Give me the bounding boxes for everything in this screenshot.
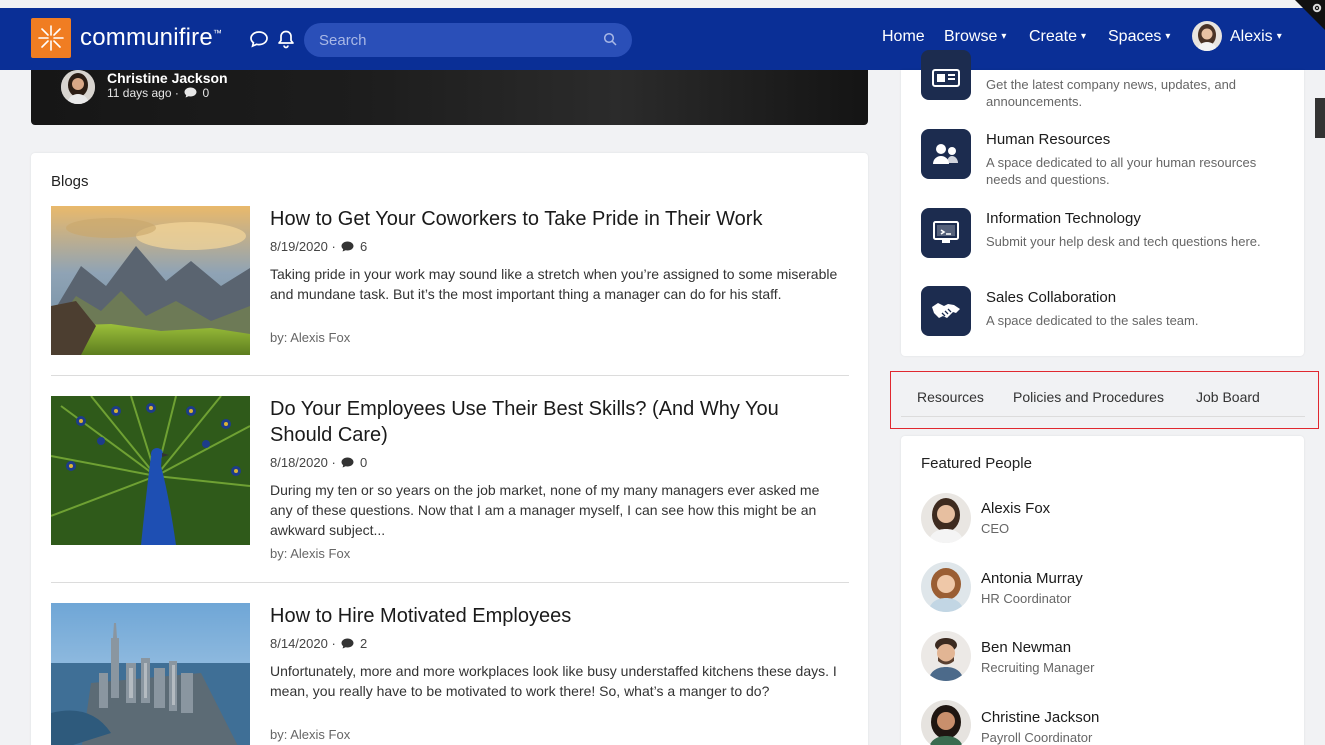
person-name[interactable]: Alexis Fox bbox=[981, 500, 1050, 517]
tab-resources[interactable]: Resources bbox=[917, 389, 984, 405]
person-role: CEO bbox=[981, 521, 1010, 536]
comment-icon bbox=[341, 457, 354, 468]
author-avatar[interactable] bbox=[61, 70, 95, 104]
blog-post: How to Hire Motivated Employees 8/14/202… bbox=[51, 603, 849, 745]
blogs-card: Blogs How to Get Your Coworkers to Take … bbox=[31, 153, 868, 745]
comment-icon bbox=[341, 241, 354, 252]
post-excerpt: During my ten or so years on the job mar… bbox=[270, 482, 820, 538]
post-comment-count: 0 bbox=[360, 455, 368, 470]
post-thumbnail-mountains[interactable] bbox=[51, 206, 250, 355]
nav-spaces-menu[interactable]: Spaces ▾ bbox=[1108, 28, 1170, 46]
person-role: Payroll Coordinator bbox=[981, 730, 1093, 745]
nav-create-label: Create bbox=[1029, 28, 1078, 45]
blog-post: How to Get Your Coworkers to Take Pride … bbox=[51, 206, 849, 356]
post-meta: 8/19/2020 · 6 bbox=[270, 239, 367, 254]
blogs-heading: Blogs bbox=[51, 173, 89, 190]
user-avatar[interactable] bbox=[1192, 21, 1222, 51]
communifire-logo-icon[interactable] bbox=[31, 18, 71, 58]
comment-icon bbox=[341, 638, 354, 649]
person-name[interactable]: Antonia Murray bbox=[981, 570, 1083, 587]
people-chat-icon[interactable] bbox=[921, 129, 971, 179]
newspaper-icon[interactable] bbox=[921, 50, 971, 100]
nav-spaces-label: Spaces bbox=[1108, 28, 1162, 45]
person-role: Recruiting Manager bbox=[981, 660, 1095, 675]
post-meta: 8/14/2020 · 2 bbox=[270, 636, 367, 651]
post-thumbnail-city[interactable] bbox=[51, 603, 250, 745]
featured-people-card: Featured People Alexis Fox CEO Antonia M… bbox=[901, 436, 1304, 745]
hero-comment-count: 0 bbox=[202, 86, 210, 100]
comment-icon bbox=[184, 87, 197, 98]
tabs-underline bbox=[901, 416, 1305, 417]
post-excerpt: Unfortunately, more and more workplaces … bbox=[270, 663, 837, 699]
person-name[interactable]: Christine Jackson bbox=[981, 709, 1099, 726]
featured-article-banner[interactable]: Christine Jackson 11 days ago · 0 bbox=[31, 70, 868, 125]
space-description: Submit your help desk and tech questions… bbox=[986, 234, 1261, 249]
nav-user-label: Alexis bbox=[1230, 28, 1273, 45]
hero-meta: 11 days ago · 0 bbox=[107, 86, 209, 100]
space-description: Get the latest company news, updates, an… bbox=[986, 77, 1237, 109]
handshake-icon[interactable] bbox=[921, 286, 971, 336]
post-title[interactable]: How to Hire Motivated Employees bbox=[270, 603, 840, 629]
chat-icon[interactable] bbox=[249, 29, 271, 51]
person-avatar[interactable] bbox=[921, 700, 971, 745]
post-title[interactable]: Do Your Employees Use Their Best Skills?… bbox=[270, 396, 840, 448]
post-divider bbox=[51, 375, 849, 376]
person-avatar[interactable] bbox=[921, 631, 971, 681]
search-icon[interactable] bbox=[603, 32, 617, 46]
resource-tabs-highlight: Resources Policies and Procedures Job Bo… bbox=[890, 371, 1319, 429]
space-description: A space dedicated to the sales team. bbox=[986, 313, 1199, 328]
post-divider bbox=[51, 582, 849, 583]
search-input[interactable] bbox=[304, 23, 632, 57]
brand-trademark: ™ bbox=[212, 28, 223, 38]
blog-post: Do Your Employees Use Their Best Skills?… bbox=[50, 395, 849, 561]
space-description: A space dedicated to all your human reso… bbox=[986, 155, 1257, 187]
post-date: 8/19/2020 · bbox=[270, 239, 336, 254]
post-thumbnail-peacock[interactable] bbox=[50, 395, 251, 545]
top-navigation-bar: communifire™ Home Browse▾ Create▾ Spaces… bbox=[0, 8, 1325, 70]
post-author[interactable]: by: Alexis Fox bbox=[270, 330, 350, 345]
space-name[interactable]: Human Resources bbox=[986, 131, 1110, 148]
post-comment-count: 6 bbox=[360, 239, 368, 254]
computer-icon[interactable] bbox=[921, 208, 971, 258]
nav-user-menu[interactable]: Alexis ▾ bbox=[1230, 28, 1282, 46]
post-author[interactable]: by: Alexis Fox bbox=[270, 727, 350, 742]
post-author[interactable]: by: Alexis Fox bbox=[270, 546, 350, 561]
post-comment-count: 2 bbox=[360, 636, 368, 651]
spaces-card: Get the latest company news, updates, an… bbox=[901, 50, 1304, 356]
chevron-down-icon: ▾ bbox=[1276, 31, 1282, 42]
scrollbar-thumb[interactable] bbox=[1315, 98, 1325, 138]
person-role: HR Coordinator bbox=[981, 591, 1072, 606]
chevron-down-icon: ▾ bbox=[1001, 31, 1007, 42]
nav-home-link[interactable]: Home bbox=[882, 28, 925, 46]
brand-name[interactable]: communifire™ bbox=[80, 24, 222, 52]
featured-people-heading: Featured People bbox=[921, 455, 1032, 472]
hero-author-name[interactable]: Christine Jackson bbox=[107, 70, 228, 86]
post-meta: 8/18/2020 · 0 bbox=[270, 455, 367, 470]
nav-create-menu[interactable]: Create ▾ bbox=[1029, 28, 1086, 46]
post-date: 8/18/2020 · bbox=[270, 455, 336, 470]
post-excerpt: Taking pride in your work may sound like… bbox=[270, 266, 838, 302]
space-name[interactable]: Sales Collaboration bbox=[986, 289, 1116, 306]
bell-icon[interactable] bbox=[276, 29, 298, 51]
brand-text: communifire bbox=[80, 24, 213, 51]
hero-age: 11 days ago · bbox=[107, 86, 179, 100]
chevron-down-icon: ▾ bbox=[1165, 31, 1171, 42]
post-date: 8/14/2020 · bbox=[270, 636, 336, 651]
tab-job-board[interactable]: Job Board bbox=[1196, 389, 1260, 405]
person-avatar[interactable] bbox=[921, 493, 971, 543]
person-name[interactable]: Ben Newman bbox=[981, 639, 1071, 656]
space-name[interactable]: Information Technology bbox=[986, 210, 1141, 227]
post-title[interactable]: How to Get Your Coworkers to Take Pride … bbox=[270, 206, 840, 232]
chevron-down-icon: ▾ bbox=[1081, 31, 1087, 42]
person-avatar[interactable] bbox=[921, 562, 971, 612]
tab-policies-and-procedures[interactable]: Policies and Procedures bbox=[1013, 389, 1164, 405]
nav-browse-menu[interactable]: Browse ▾ bbox=[944, 28, 1006, 46]
settings-gear-icon[interactable] bbox=[1295, 0, 1325, 30]
nav-browse-label: Browse bbox=[944, 28, 998, 45]
